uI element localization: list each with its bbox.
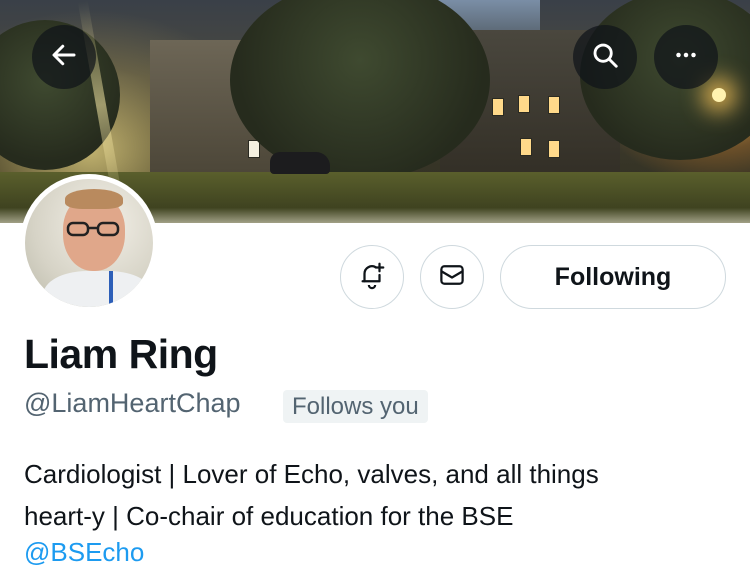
more-horizontal-icon [671,40,701,75]
banner-car [270,152,330,174]
banner-window [548,96,560,114]
bell-plus-icon [357,260,387,295]
profile-handle: @LiamHeartChap [24,388,241,418]
profile-name: Liam Ring [24,331,218,377]
follows-you-badge: Follows you [283,390,428,423]
bio-mention-link[interactable]: @BSEcho [24,537,144,568]
avatar-lanyard [109,271,113,307]
following-button-label: Following [554,262,672,291]
bio-line: heart-y | Co-chair of education for the … [24,501,514,531]
back-button[interactable] [32,25,96,89]
banner-window [520,138,532,156]
avatar-glasses [66,221,120,237]
mail-icon [437,260,467,295]
banner-window [492,98,504,116]
following-button[interactable]: Following [500,245,726,309]
banner-lamp [712,88,726,102]
profile-bio: Cardiologist | Lover of Echo, valves, an… [24,453,724,537]
search-button[interactable] [573,25,637,89]
search-icon [590,40,620,75]
avatar-shirt [43,271,153,307]
bio-line: Cardiologist | Lover of Echo, valves, an… [24,459,599,489]
banner-window [548,140,560,158]
arrow-left-icon [49,40,79,75]
more-button[interactable] [654,25,718,89]
avatar[interactable] [20,174,158,312]
message-button[interactable] [420,245,484,309]
banner-window [518,95,530,113]
notifications-button[interactable] [340,245,404,309]
avatar-hair [65,189,123,209]
